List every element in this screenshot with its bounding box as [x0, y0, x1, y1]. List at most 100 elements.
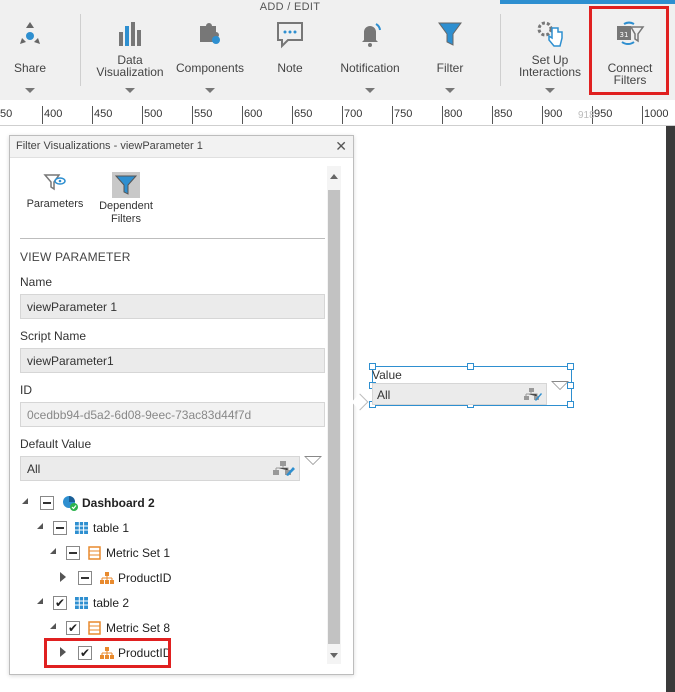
chevron-down-icon	[125, 88, 135, 93]
ruler-tick: 900	[541, 106, 563, 124]
ruler-tick: 800	[441, 106, 463, 124]
components-label: Components	[176, 61, 245, 75]
share-button[interactable]: Share	[8, 18, 52, 93]
ruler-tick: 950	[591, 106, 613, 124]
expander-icon[interactable]	[60, 572, 66, 582]
expander-icon[interactable]	[37, 598, 43, 604]
dashboard-icon	[63, 496, 78, 511]
checkbox[interactable]	[53, 593, 67, 613]
chevron-down-icon	[445, 88, 455, 93]
chevron-down-icon	[545, 88, 555, 93]
ruler-tick: 550	[191, 106, 213, 124]
panel-divider	[20, 238, 325, 239]
puzzle-icon	[200, 23, 220, 44]
panel-scrollbar[interactable]	[327, 166, 341, 664]
tab-parameters[interactable]: Parameters	[24, 172, 86, 211]
filter-visualizations-panel: Filter Visualizations - viewParameter 1 …	[9, 135, 369, 675]
id-label: ID	[20, 383, 32, 397]
ribbon-accent-bar	[500, 0, 675, 4]
checkbox[interactable]	[66, 618, 80, 638]
tab-dependent-filters-label: Dependent Filters	[99, 200, 153, 225]
bell-icon	[362, 23, 381, 47]
id-field: 0cedbb94-d5a2-6d08-9eec-73ac83d44f7d	[20, 402, 325, 427]
bar-chart-icon	[119, 22, 141, 46]
expander-icon[interactable]	[50, 623, 56, 629]
data-visualization-label: Data Visualization	[96, 53, 164, 79]
notification-button[interactable]: Notification	[336, 18, 404, 93]
hierarchy-edit-icon[interactable]	[272, 460, 296, 477]
checkbox[interactable]	[66, 546, 80, 560]
funnel-icon	[438, 22, 462, 46]
set-up-interactions-button[interactable]: Set Up Interactions	[516, 18, 584, 93]
chevron-down-icon	[25, 88, 35, 93]
resize-handle[interactable]	[467, 363, 474, 370]
filter-label: Filter	[436, 61, 464, 75]
note-button[interactable]: Note	[266, 18, 314, 74]
ruler-tick: 700	[341, 106, 363, 124]
data-visualization-button[interactable]: Data Visualization	[96, 18, 164, 93]
tree-item-label: Metric Set 8	[106, 621, 171, 635]
close-icon[interactable]: ✕	[335, 138, 347, 155]
chevron-down-icon[interactable]	[304, 456, 322, 465]
set-up-interactions-label: Set Up Interactions	[518, 53, 582, 79]
ruler-tick: 600	[241, 106, 263, 124]
metric-set-icon	[88, 546, 101, 560]
productid-highlight	[44, 638, 171, 668]
hierarchy-icon	[100, 572, 114, 584]
tree-item-label: table 1	[93, 521, 130, 535]
tab-dependent-filters[interactable]: Dependent Filters	[94, 172, 158, 226]
ruler-tick: 1000	[641, 106, 669, 124]
filter-button[interactable]: Filter	[426, 18, 474, 93]
ribbon-toolbar: ADD / EDIT Share Data Visualization Comp…	[0, 0, 675, 100]
resize-handle[interactable]	[567, 363, 574, 370]
canvas-edge	[666, 126, 675, 692]
tree-item-label: Dashboard 2	[82, 496, 155, 510]
resize-handle[interactable]	[567, 401, 574, 408]
expander-icon[interactable]	[37, 523, 43, 529]
chevron-down-icon[interactable]	[551, 381, 569, 390]
connect-filters-highlight	[589, 6, 669, 95]
ribbon-separator	[500, 14, 501, 86]
gear-hand-icon	[537, 21, 563, 47]
panel-title-bar: Filter Visualizations - viewParameter 1 …	[10, 136, 353, 158]
ruler-position-marker: 918	[578, 110, 595, 121]
widget-value: All	[377, 388, 391, 402]
expander-icon[interactable]	[50, 548, 56, 554]
scroll-thumb[interactable]	[328, 190, 340, 644]
tab-parameters-label: Parameters	[26, 198, 84, 210]
metric-set-icon	[88, 621, 101, 635]
scroll-up-icon[interactable]	[330, 174, 338, 179]
checkbox[interactable]	[40, 496, 54, 510]
widget-value-field[interactable]: All	[372, 383, 547, 405]
ruler-tick: 650	[291, 106, 313, 124]
panel-pointer	[351, 393, 369, 411]
table-icon	[75, 522, 88, 534]
tree-item-label: Metric Set 1	[106, 546, 171, 560]
scroll-down-icon[interactable]	[330, 653, 338, 658]
note-label: Note	[277, 61, 303, 75]
script-name-field[interactable]: viewParameter1	[20, 348, 325, 373]
ruler-tick: 450	[91, 106, 113, 124]
checkbox[interactable]	[53, 521, 67, 535]
panel-title: Filter Visualizations - viewParameter 1	[16, 140, 203, 152]
ribbon-separator	[80, 14, 81, 86]
default-value-label: Default Value	[20, 437, 92, 451]
table-icon	[75, 597, 88, 609]
tab-dependent-filters-selected	[112, 172, 140, 198]
note-icon	[277, 22, 303, 49]
chevron-down-icon	[365, 88, 375, 93]
expander-icon[interactable]	[22, 498, 28, 504]
notification-label: Notification	[340, 61, 400, 75]
default-value-field[interactable]: All	[20, 456, 300, 481]
script-name-label: Script Name	[20, 329, 87, 343]
name-field[interactable]: viewParameter 1	[20, 294, 325, 319]
hierarchy-edit-icon[interactable]	[523, 387, 543, 402]
default-value: All	[27, 462, 41, 476]
section-heading: VIEW PARAMETER	[20, 250, 131, 264]
ruler-tick: 400	[41, 106, 63, 124]
share-icon	[20, 22, 40, 44]
components-button[interactable]: Components	[176, 18, 245, 93]
name-label: Name	[20, 275, 53, 289]
share-label: Share	[13, 61, 47, 75]
checkbox[interactable]	[78, 571, 92, 585]
